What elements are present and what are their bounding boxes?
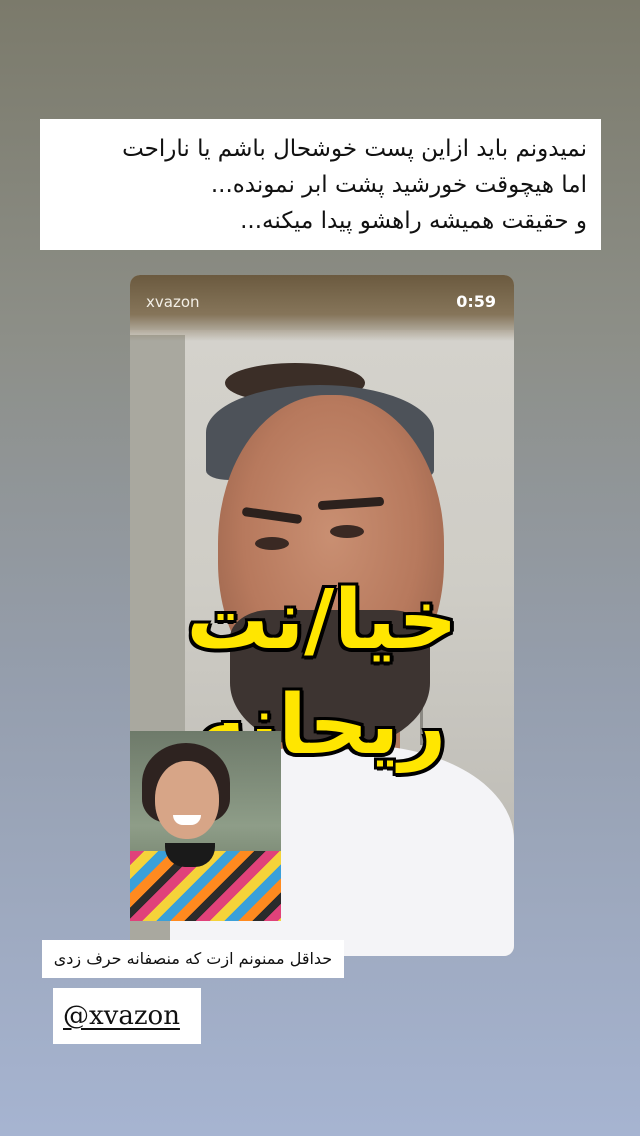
right-eye [330, 525, 364, 538]
left-eye [255, 537, 289, 550]
caption-line-1: نمیدونم باید ازاین پست خوشحال باشم یا نا… [122, 136, 587, 162]
shared-video-card[interactable]: xvazon 0:59 خیا/نت ریحانه [130, 275, 514, 956]
mention-sticker[interactable]: @xvazon [53, 988, 201, 1044]
caption-line-3: و حقیقت همیشه راهشو پیدا میکنه... [240, 208, 587, 234]
overlay-text-line-1: خیا/نت [186, 573, 458, 668]
story-note: حداقل ممنونم ازت که منصفانه حرف زدی [42, 940, 344, 978]
inset-face [155, 761, 219, 839]
video-username[interactable]: xvazon [146, 293, 200, 311]
inset-photo [130, 731, 281, 921]
story-caption: نمیدونم باید ازاین پست خوشحال باشم یا نا… [40, 119, 601, 250]
caption-line-2: اما هیچوقت خورشید پشت ابر نمونده... [210, 172, 587, 198]
video-timer: 0:59 [456, 292, 496, 311]
mention-link[interactable]: @xvazon [63, 1001, 180, 1031]
